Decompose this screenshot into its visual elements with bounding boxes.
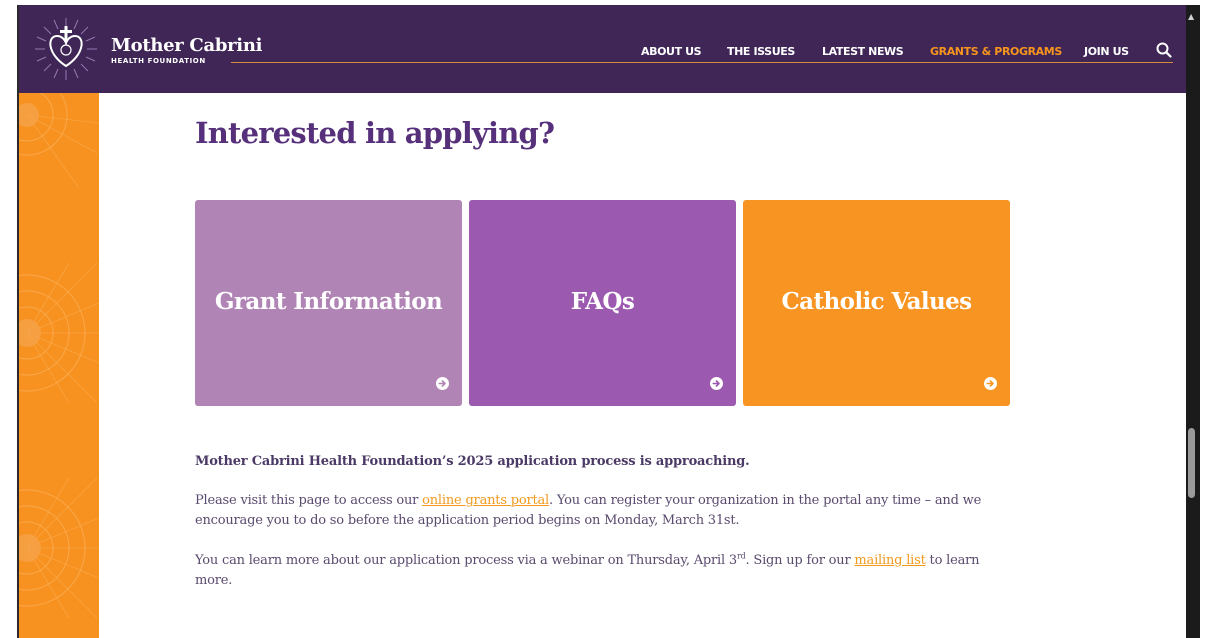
decorative-sunburst-stripe	[19, 93, 99, 638]
window-right-margin	[1200, 0, 1205, 638]
grant-information-card[interactable]: Grant Information	[195, 200, 462, 406]
mailing-list-link[interactable]: mailing list	[854, 553, 925, 568]
faqs-card[interactable]: FAQs	[469, 200, 736, 406]
webinar-text-before: You can learn more about our application…	[195, 553, 737, 568]
card-label: Grant Information	[214, 288, 443, 315]
brand-subtitle: HEALTH FOUNDATION	[111, 57, 206, 65]
webinar-paragraph: You can learn more about our application…	[195, 551, 1015, 591]
nav-grants-programs[interactable]: GRANTS & PROGRAMS	[930, 45, 1062, 58]
arrow-right-circle-icon	[984, 377, 997, 390]
webinar-text-middle: . Sign up for our	[745, 553, 855, 568]
header-divider	[231, 62, 1173, 63]
card-label: Catholic Values	[781, 288, 972, 315]
search-icon[interactable]	[1155, 41, 1173, 59]
cabrini-logo-icon[interactable]	[33, 16, 99, 82]
catholic-values-card[interactable]: Catholic Values	[743, 200, 1010, 406]
scroll-up-arrow-icon[interactable]: ▲	[1188, 12, 1194, 21]
scrollbar-track[interactable]	[1186, 5, 1200, 638]
portal-paragraph: Please visit this page to access our onl…	[195, 491, 1015, 531]
arrow-right-circle-icon	[436, 377, 449, 390]
arrow-right-circle-icon	[710, 377, 723, 390]
nav-join-us[interactable]: JOIN US	[1084, 45, 1129, 58]
window-left-margin	[0, 0, 18, 638]
scrollbar-thumb[interactable]	[1188, 428, 1195, 498]
online-grants-portal-link[interactable]: online grants portal	[422, 493, 549, 508]
site-header: Mother Cabrini HEALTH FOUNDATION ABOUT U…	[19, 5, 1186, 93]
card-label: FAQs	[570, 288, 635, 315]
application-announcement: Mother Cabrini Health Foundation’s 2025 …	[195, 454, 750, 469]
page-title: Interested in applying?	[195, 116, 555, 150]
ordinal-suffix: rd	[736, 551, 746, 561]
brand-name[interactable]: Mother Cabrini	[111, 35, 262, 56]
nav-about-us[interactable]: ABOUT US	[641, 45, 702, 58]
nav-latest-news[interactable]: LATEST NEWS	[822, 45, 904, 58]
portal-text-before: Please visit this page to access our	[195, 493, 423, 508]
nav-the-issues[interactable]: THE ISSUES	[727, 45, 795, 58]
